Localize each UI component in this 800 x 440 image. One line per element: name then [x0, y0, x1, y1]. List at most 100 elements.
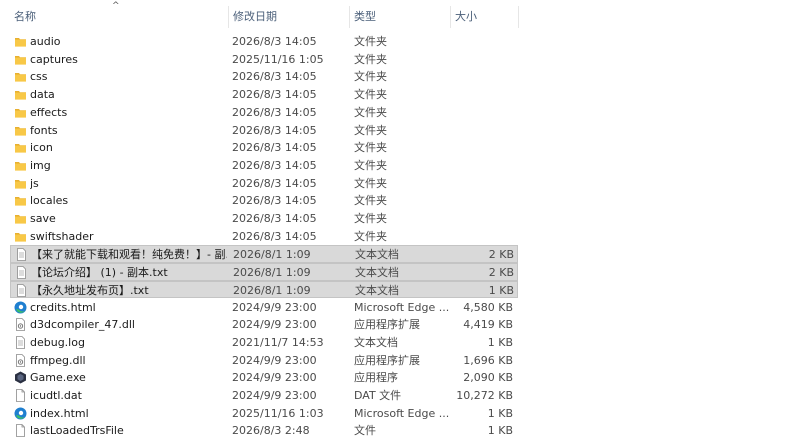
file-name: Game.exe [30, 371, 86, 385]
file-size [450, 122, 513, 140]
file-row[interactable]: js 2026/8/3 14:05 文件夹 [10, 175, 518, 193]
file-size: 2 KB [488, 248, 514, 262]
file-size: 1 KB [487, 406, 513, 420]
file-row[interactable]: d3dcompiler_47.dll 2024/9/9 23:00 应用程序扩展 4,… [10, 316, 518, 334]
file-type: 文件夹 [354, 105, 387, 119]
column-header-type[interactable]: 类型 [350, 0, 450, 30]
file-row[interactable]: 【来了就能下载和观看！纯免费！】- 副... 2026/8/1 1:09 文本文档 2… [10, 245, 518, 264]
file-row[interactable]: ffmpeg.dll 2024/9/9 23:00 应用程序扩展 1,696 KB [10, 352, 518, 370]
file-size [450, 192, 513, 210]
file-type: 文件夹 [354, 229, 387, 243]
file-size [450, 51, 513, 69]
file-row[interactable]: lastLoadedTrsFile 2026/8/3 2:48 文件 1 KB [10, 422, 518, 440]
sort-ascending-icon: ^ [112, 1, 120, 11]
file-date-modified: 2026/8/3 14:05 [232, 229, 317, 243]
file-date-modified: 2026/8/3 14:05 [232, 176, 317, 190]
folder-icon [14, 53, 27, 66]
text-document-icon [15, 283, 28, 297]
file-size: 1,696 KB [463, 353, 513, 367]
file-type: 文本文档 [355, 248, 399, 262]
file-type: 文件夹 [354, 123, 387, 137]
file-size [450, 175, 513, 193]
file-date-modified: 2026/8/3 14:05 [232, 123, 317, 137]
folder-icon [14, 212, 27, 225]
file-type: Microsoft Edge ... [354, 406, 450, 420]
file-row[interactable]: locales 2026/8/3 14:05 文件夹 [10, 192, 518, 210]
file-type: 文件夹 [354, 194, 387, 208]
folder-icon [14, 70, 27, 83]
blank-file-icon [14, 389, 27, 402]
file-row[interactable]: effects 2026/8/3 14:05 文件夹 [10, 104, 518, 122]
file-date-modified: 2024/9/9 23:00 [232, 371, 317, 385]
file-row[interactable]: data 2026/8/3 14:05 文件夹 [10, 86, 518, 104]
file-name: d3dcompiler_47.dll [30, 318, 135, 332]
file-name: audio [30, 35, 61, 48]
file-row[interactable]: credits.html 2024/9/9 23:00 Microsoft Edge… [10, 299, 518, 317]
file-date-modified: 2026/8/3 14:05 [232, 158, 317, 172]
column-header-size[interactable]: 大小 [451, 0, 518, 30]
column-header-date-modified[interactable]: 修改日期 [229, 0, 349, 30]
file-date-modified: 2026/8/1 1:09 [233, 248, 311, 262]
file-name: effects [30, 105, 68, 119]
file-row[interactable]: audio 2026/8/3 14:05 文件夹 [10, 33, 518, 51]
game-exe-icon [14, 371, 27, 384]
file-row[interactable]: fonts 2026/8/3 14:05 文件夹 [10, 122, 518, 140]
file-type: DAT 文件 [354, 389, 402, 402]
file-size [450, 210, 513, 228]
file-date-modified: 2026/8/3 14:05 [232, 212, 317, 225]
file-row[interactable]: swiftshader 2026/8/3 14:05 文件夹 [10, 228, 518, 246]
file-size: 1 KB [487, 335, 513, 349]
text-document-icon [15, 248, 28, 262]
file-row[interactable]: index.html 2025/11/16 1:03 Microsoft Edge … [10, 405, 518, 423]
file-size [450, 86, 513, 104]
file-row[interactable]: 【永久地址发布页】.txt 2026/8/1 1:09 文本文档 1 KB [10, 280, 518, 299]
file-date-modified: 2026/8/3 14:05 [232, 70, 317, 84]
folder-icon [14, 177, 27, 190]
folder-icon [14, 35, 27, 48]
file-row[interactable]: img 2026/8/3 14:05 文件夹 [10, 157, 518, 175]
file-date-modified: 2026/8/3 14:05 [232, 88, 317, 102]
file-row[interactable]: icon 2026/8/3 14:05 文件夹 [10, 139, 518, 157]
column-divider[interactable] [518, 6, 519, 28]
file-type: Microsoft Edge ... [354, 300, 450, 314]
text-document-icon [14, 335, 27, 349]
file-date-modified: 2024/9/9 23:00 [232, 318, 317, 332]
file-name: swiftshader [30, 229, 94, 243]
file-name: save [30, 212, 56, 225]
file-size [450, 139, 513, 157]
file-row[interactable]: save 2026/8/3 14:05 文件夹 [10, 210, 518, 228]
file-row[interactable]: css 2026/8/3 14:05 文件夹 [10, 68, 518, 86]
file-date-modified: 2024/9/9 23:00 [232, 389, 317, 402]
file-row[interactable]: Game.exe 2024/9/9 23:00 应用程序 2,090 KB [10, 369, 518, 387]
file-row[interactable]: 【论坛介绍】 (1) - 副本.txt 2026/8/1 1:09 文本文档 2 KB [10, 263, 518, 281]
file-row[interactable]: captures 2025/11/16 1:05 文件夹 [10, 51, 518, 69]
file-date-modified: 2026/8/3 14:05 [232, 35, 317, 48]
dll-icon [14, 318, 27, 332]
file-name: debug.log [30, 335, 85, 349]
file-type: 文件夹 [354, 158, 387, 172]
file-row[interactable]: debug.log 2021/11/7 14:53 文本文档 1 KB [10, 334, 518, 352]
text-document-icon [15, 266, 28, 279]
file-row[interactable]: icudtl.dat 2024/9/9 23:00 DAT 文件 10,272 KB [10, 387, 518, 405]
file-type: 文件夹 [354, 70, 387, 84]
folder-icon [14, 88, 27, 101]
file-name: lastLoadedTrsFile [30, 424, 124, 438]
file-date-modified: 2026/8/3 2:48 [232, 424, 310, 438]
file-size [450, 228, 513, 246]
file-type: 文件夹 [354, 52, 387, 66]
file-size [450, 33, 513, 51]
file-type: 文件 [354, 424, 376, 438]
folder-icon [14, 230, 27, 243]
file-type: 文件夹 [354, 141, 387, 155]
file-name: 【论坛介绍】 (1) - 副本.txt [31, 266, 168, 280]
file-type: 文本文档 [355, 283, 399, 297]
file-date-modified: 2026/8/3 14:05 [232, 141, 317, 155]
edge-html-icon [14, 407, 27, 420]
file-name: img [30, 158, 51, 172]
file-size: 1 KB [487, 424, 513, 438]
file-type: 文件夹 [354, 88, 387, 102]
file-date-modified: 2026/8/3 14:05 [232, 105, 317, 119]
file-date-modified: 2025/11/16 1:03 [232, 406, 324, 420]
file-name: fonts [30, 123, 58, 137]
file-name: captures [30, 52, 78, 66]
